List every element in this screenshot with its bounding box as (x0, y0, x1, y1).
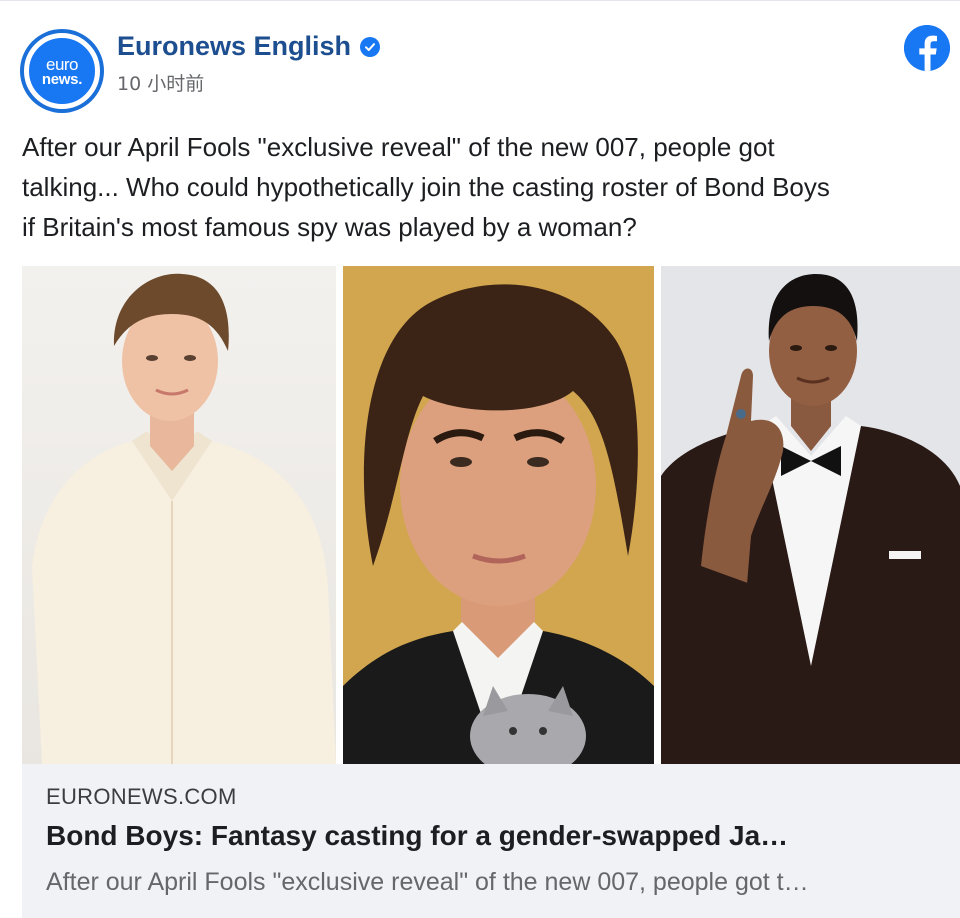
facebook-post: euro news. Euronews English 10 小时前 After… (0, 0, 960, 918)
link-preview[interactable]: EURONEWS.COM Bond Boys: Fantasy casting … (22, 764, 960, 918)
post-timestamp[interactable]: 10 小时前 (117, 69, 204, 96)
post-caption: After our April Fools "exclusive reveal"… (22, 132, 830, 242)
photo-man-tuxedo[interactable] (661, 266, 960, 764)
euronews-logo: euro news. (24, 33, 100, 109)
photo-man-cream-shirt[interactable] (22, 266, 336, 764)
page-name-row: Euronews English (117, 31, 381, 62)
logo-text-news: news. (41, 70, 83, 88)
facebook-icon[interactable] (904, 25, 950, 71)
page-avatar[interactable]: euro news. (22, 31, 102, 111)
verified-check-icon (360, 36, 381, 57)
logo-text-euro: euro (45, 54, 79, 74)
link-domain: EURONEWS.COM (46, 784, 237, 809)
link-description: After our April Fools "exclusive reveal"… (46, 868, 809, 896)
photo-man-curly-hair[interactable] (343, 266, 654, 764)
link-title[interactable]: Bond Boys: Fantasy casting for a gender-… (46, 820, 936, 852)
page-name[interactable]: Euronews English (117, 31, 351, 62)
photo-collage[interactable] (22, 266, 960, 764)
